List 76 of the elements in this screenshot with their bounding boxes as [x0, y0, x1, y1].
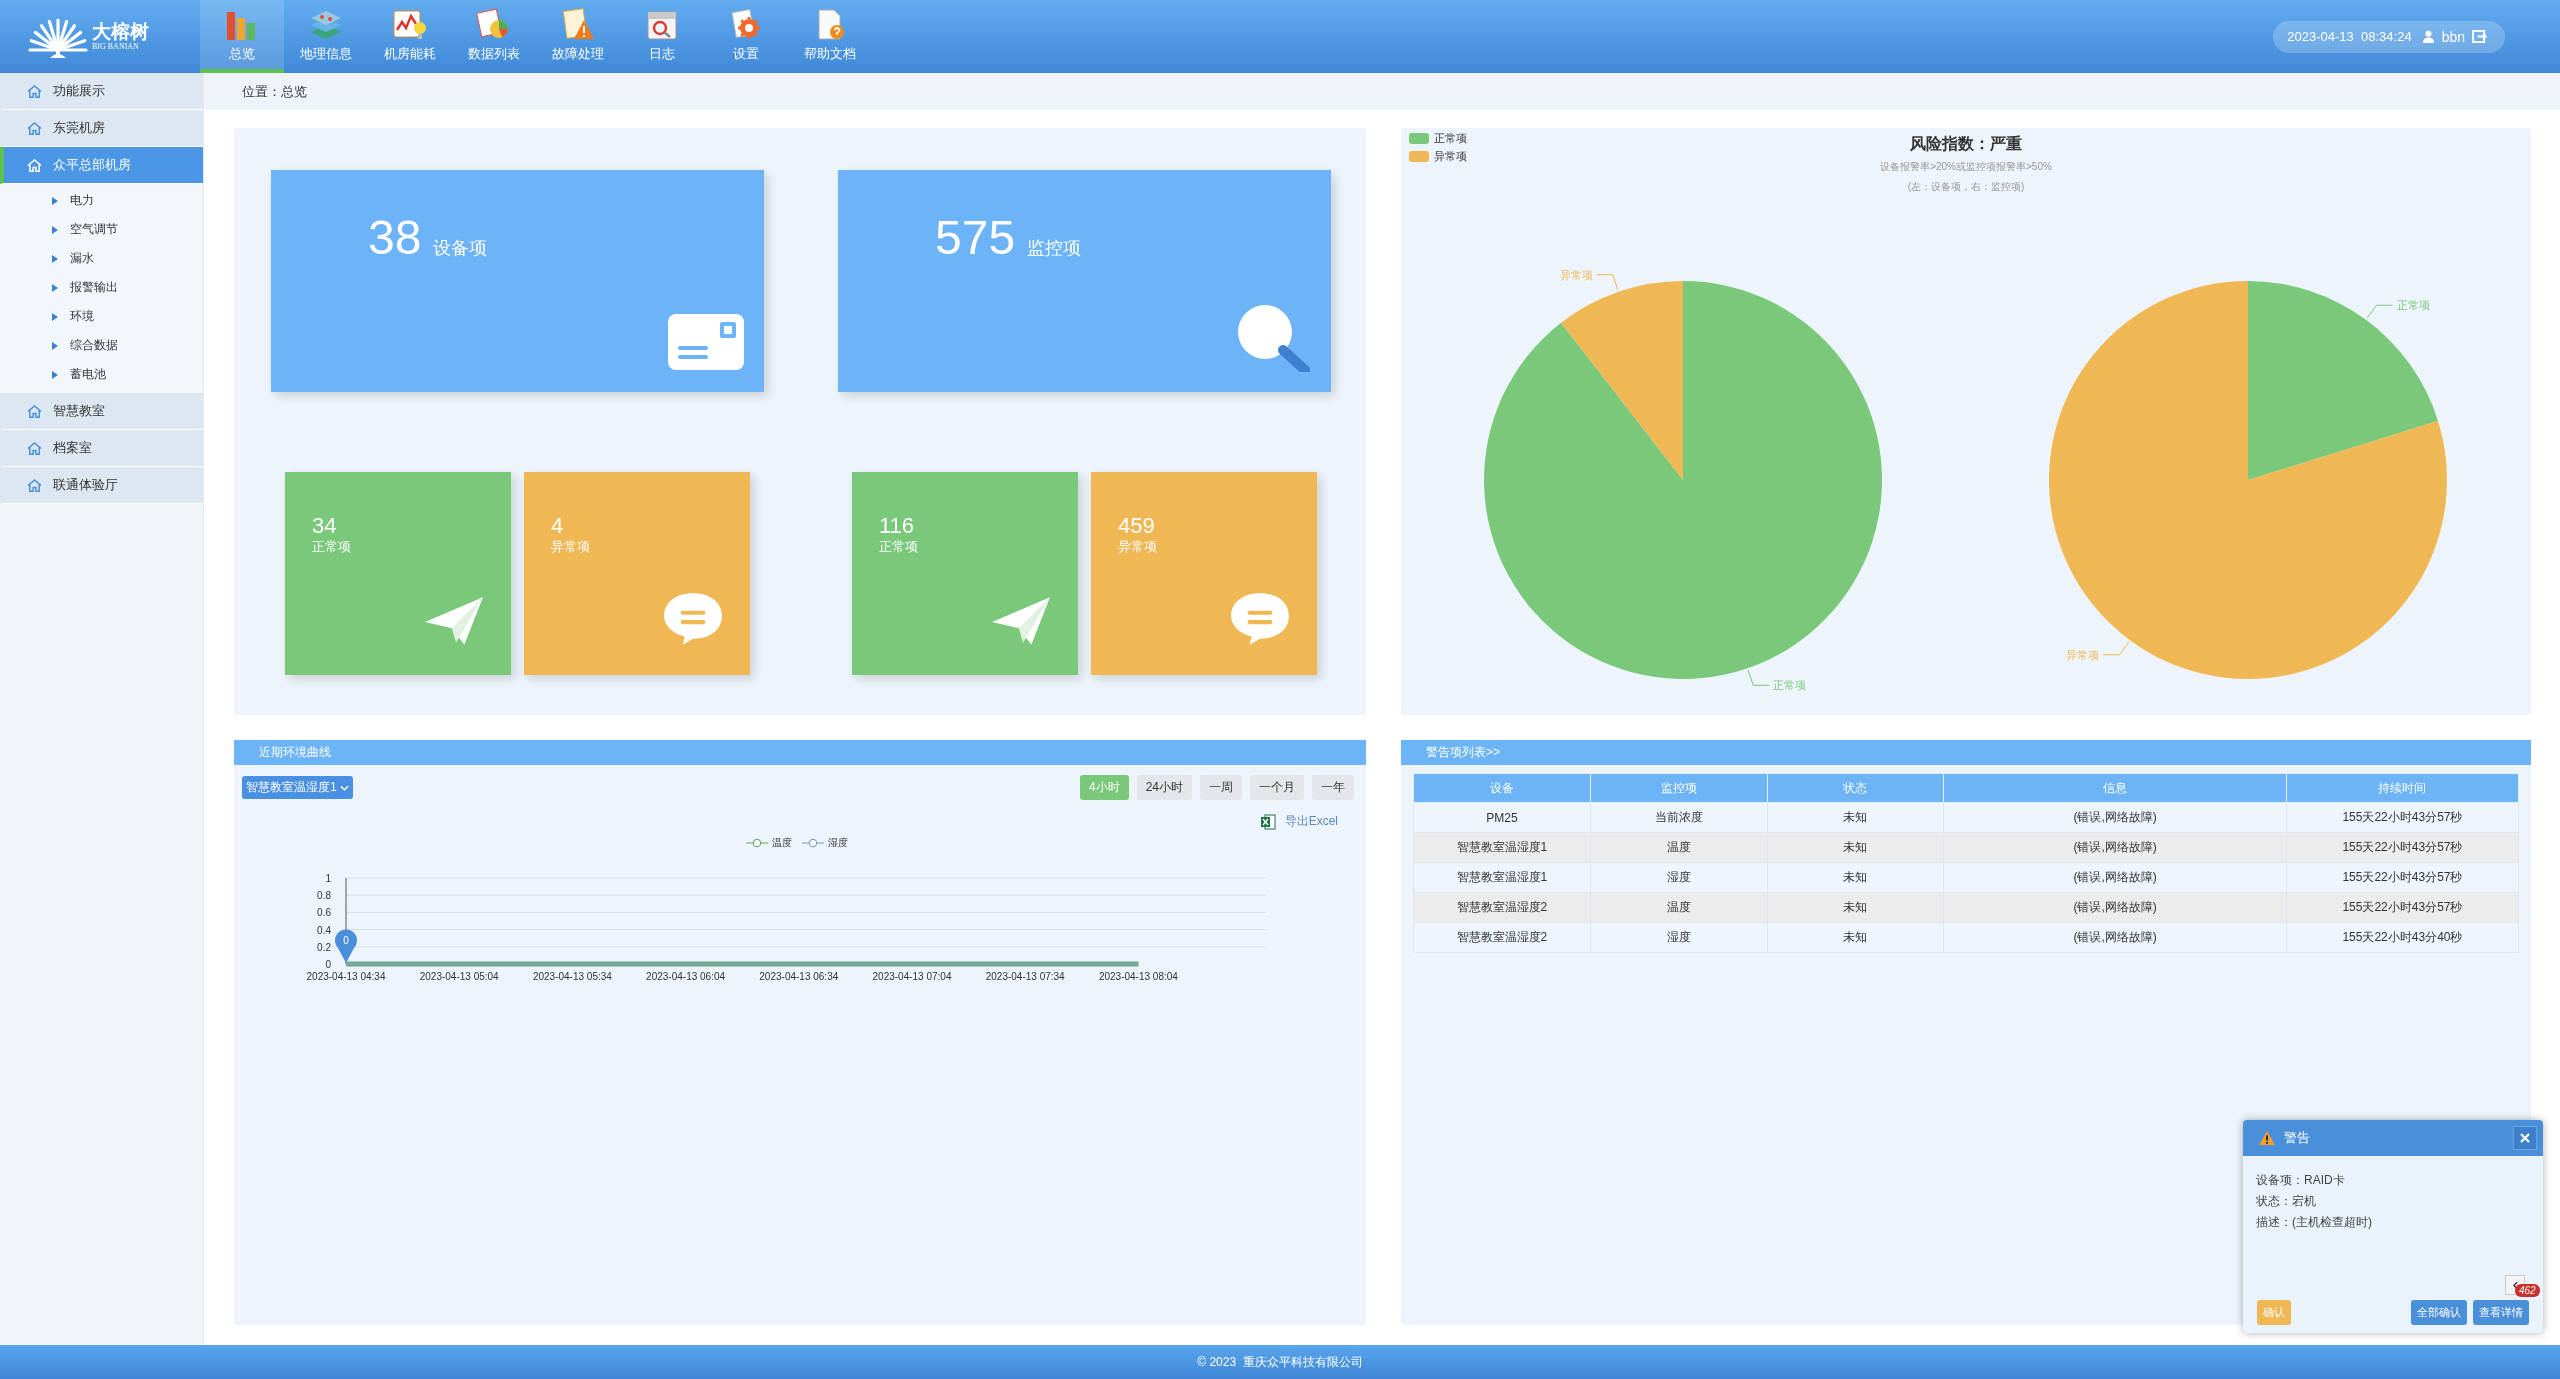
- pie-label: 正常项: [2396, 299, 2430, 312]
- total-count: 575: [935, 210, 1016, 265]
- breadcrumb: 位置：总览: [242, 82, 307, 101]
- y-tick-label: 0.8: [317, 890, 331, 902]
- table-cell: (错误,网络故障): [1943, 892, 2287, 923]
- panel-title: 近期环境曲线: [259, 744, 331, 761]
- normal-label: 正常项: [879, 538, 919, 557]
- x-tick-label: 2023-04-13 07:34: [985, 971, 1065, 982]
- x-tick-label: 2023-04-13 05:34: [532, 971, 612, 982]
- table-cell: (错误,网络故障): [1943, 802, 2287, 833]
- table-cell: 智慧教室温湿度1: [1413, 832, 1591, 863]
- table-cell: 未知: [1767, 802, 1944, 833]
- logo-subtitle: BIG BANIAN: [92, 42, 140, 52]
- count-badge: 462: [2515, 1284, 2540, 1297]
- value-pin: 0: [335, 929, 357, 963]
- alert-detail: 状态：宕机: [2256, 1193, 2317, 1210]
- chart-note: (左：设备项，右：监控项): [1907, 181, 2025, 192]
- pie-label: 异常项: [2066, 648, 2100, 661]
- username: bbn: [2441, 28, 2465, 45]
- chart-subtitle: 设备报警率>20%或监控项报警率>50%: [1880, 161, 2052, 172]
- abnormal-count: 459: [1118, 514, 1156, 539]
- table-cell: 湿度: [1590, 862, 1768, 893]
- table-cell: 未知: [1767, 922, 1944, 953]
- table-cell: (错误,网络故障): [1943, 922, 2287, 953]
- x-tick-label: 2023-04-13 06:04: [646, 971, 726, 982]
- y-tick-label: 0: [325, 959, 331, 970]
- column-header: 持续时间: [2286, 773, 2519, 803]
- table-cell: (错误,网络故障): [1943, 832, 2287, 863]
- table-cell: 智慧教室温湿度1: [1413, 862, 1591, 893]
- column-header: 监控项: [1590, 773, 1768, 803]
- pie-label: 异常项: [1559, 268, 1593, 281]
- alert-detail: 设备项：RAID卡: [2256, 1172, 2346, 1189]
- normal-count: 116: [879, 514, 916, 539]
- table-cell: 湿度: [1590, 922, 1768, 953]
- table-cell: 155天22小时43分57秒: [2286, 862, 2519, 893]
- total-label: 设备项: [433, 237, 488, 260]
- y-tick-label: 0.2: [317, 941, 331, 953]
- table-cell: 温度: [1590, 892, 1768, 923]
- table-cell: 未知: [1767, 832, 1944, 863]
- abnormal-label: 异常项: [551, 538, 591, 557]
- abnormal-count: 4: [551, 514, 565, 539]
- x-tick-label: 2023-04-13 08:04: [1098, 971, 1178, 982]
- x-tick-label: 2023-04-13 06:34: [759, 971, 839, 982]
- logo-name: 大榕树: [92, 21, 149, 43]
- table-cell: 未知: [1767, 862, 1944, 893]
- chart-title: 风险指数：严重: [1910, 135, 2022, 152]
- y-tick-label: 1: [325, 873, 331, 884]
- table-cell: 155天22小时43分57秒: [2286, 832, 2519, 863]
- table-cell: 未知: [1767, 892, 1944, 923]
- table-cell: 智慧教室温湿度2: [1413, 892, 1591, 923]
- table-cell: 155天22小时43分40秒: [2286, 922, 2519, 953]
- table-cell: 温度: [1590, 832, 1768, 863]
- x-tick-label: 2023-04-13 05:04: [419, 971, 499, 982]
- column-header: 信息: [1943, 773, 2287, 803]
- table-cell: 当前浓度: [1590, 802, 1768, 833]
- table-cell: 智慧教室温湿度2: [1413, 922, 1591, 953]
- table-cell: 155天22小时43分57秒: [2286, 802, 2519, 833]
- alert-detail: 描述：(主机检查超时): [2256, 1214, 2373, 1231]
- y-tick-label: 0.6: [317, 907, 331, 919]
- copyright-text: © 2023 重庆众平科技有限公司: [1197, 1353, 1363, 1371]
- total-count: 38: [368, 210, 422, 265]
- normal-label: 正常项: [312, 538, 352, 557]
- x-tick-label: 2023-04-13 04:34: [306, 971, 386, 982]
- normal-count: 34: [312, 514, 338, 539]
- total-label: 监控项: [1027, 237, 1082, 260]
- popup-title: 警告: [2284, 1129, 2311, 1147]
- column-header: 设备: [1413, 773, 1591, 803]
- abnormal-label: 异常项: [1118, 538, 1158, 557]
- datetime: 2023-04-13 08:34:24: [2287, 29, 2412, 44]
- table-cell: PM25: [1413, 802, 1591, 833]
- table-cell: (错误,网络故障): [1943, 862, 2287, 893]
- y-tick-label: 0.4: [317, 924, 331, 936]
- column-header: 状态: [1767, 773, 1944, 803]
- pie-label: 正常项: [1773, 679, 1807, 692]
- x-tick-label: 2023-04-13 07:04: [872, 971, 952, 982]
- table-cell: 155天22小时43分57秒: [2286, 892, 2519, 923]
